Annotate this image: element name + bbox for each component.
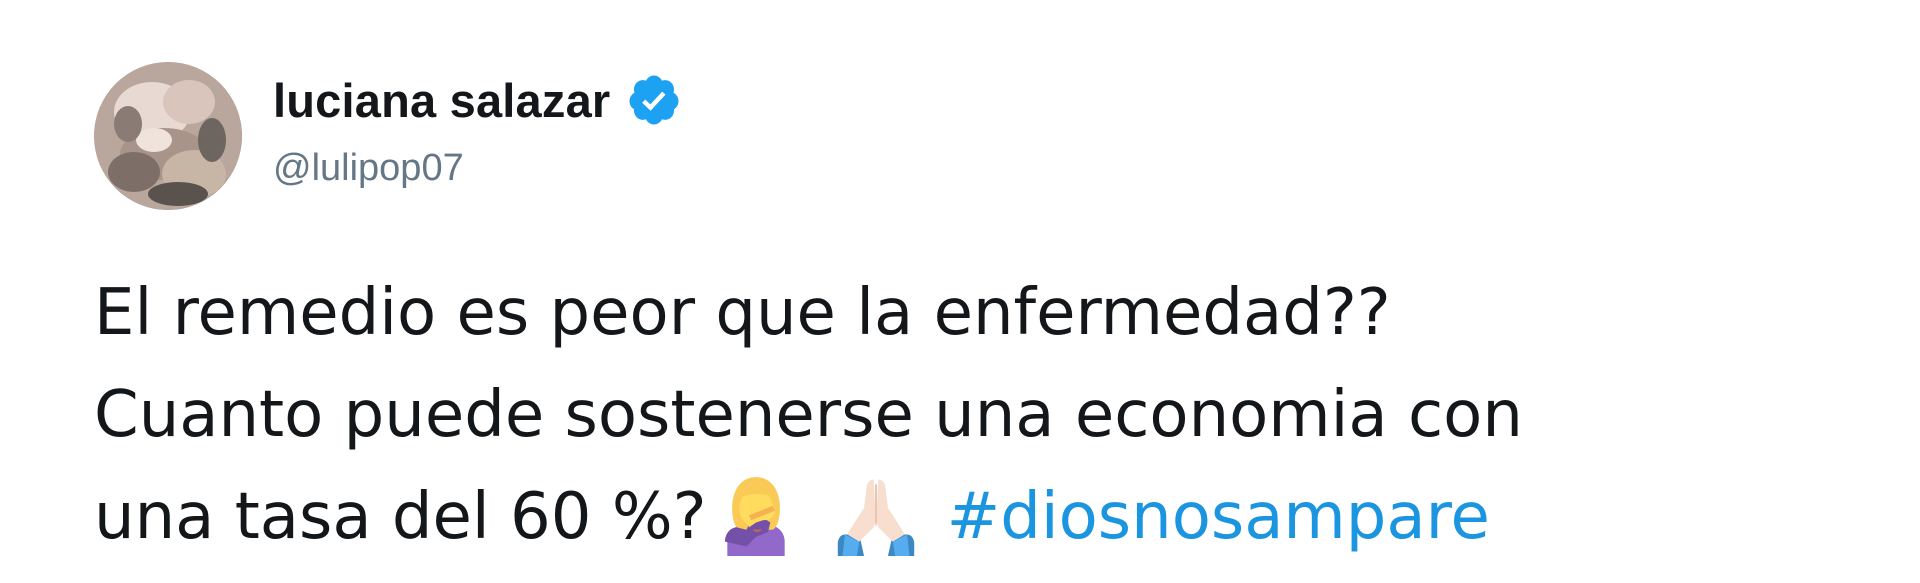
user-handle[interactable]: @lulipop07 <box>273 147 464 190</box>
woman-facepalming-icon <box>713 470 799 556</box>
folded-hands-icon <box>833 470 919 556</box>
avatar[interactable] <box>94 62 242 210</box>
tweet-line-3-text: una tasa del 60 %? <box>94 480 707 554</box>
tweet-card: luciana salazar @lulipop07 El remedio es… <box>0 0 1920 583</box>
user-display-name[interactable]: luciana salazar <box>273 73 610 128</box>
avatar-photo <box>94 62 242 210</box>
hashtag-link[interactable]: #diosnosampare <box>947 480 1490 554</box>
tweet-line-3: una tasa del 60 %? #diosnosampare <box>94 466 1894 568</box>
tweet-text: El remedio es peor que la enfermedad?? C… <box>94 262 1894 568</box>
tweet-line-1: El remedio es peor que la enfermedad?? <box>94 276 1391 350</box>
tweet-line-2: Cuanto puede sostenerse una economia con <box>94 378 1523 452</box>
user-name-row: luciana salazar <box>273 70 682 130</box>
verified-badge-icon <box>626 72 682 128</box>
